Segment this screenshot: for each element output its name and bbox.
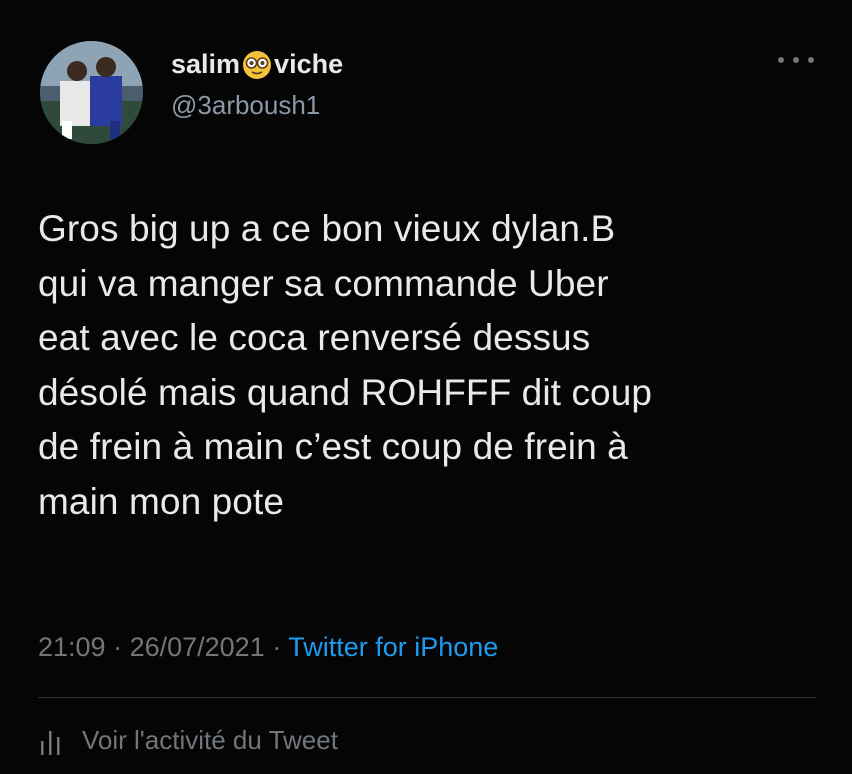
face-with-monocle-icon <box>242 50 272 80</box>
more-options-icon[interactable] <box>778 50 814 70</box>
activity-label: Voir l'activité du Tweet <box>82 725 338 755</box>
meta-separator: · <box>264 632 289 662</box>
more-dot <box>808 57 814 63</box>
divider <box>38 697 816 698</box>
analytics-bars-icon <box>38 727 64 755</box>
tweet-text: Gros big up a ce bon vieux dylan.B qui v… <box>38 208 653 522</box>
display-name[interactable]: salim viche <box>171 49 343 80</box>
tweet-time[interactable]: 21:09 <box>38 632 106 662</box>
more-dot <box>778 57 784 63</box>
user-handle[interactable]: @3arboush1 <box>171 90 320 121</box>
tweet-meta: 21:09 · 26/07/2021 · Twitter for iPhone <box>38 632 498 663</box>
view-tweet-activity-button[interactable]: Voir l'activité du Tweet <box>38 725 338 756</box>
tweet-card: salim viche @3arboush1 Gros big up a ce … <box>0 0 852 774</box>
display-name-part2: viche <box>274 49 344 79</box>
avatar[interactable] <box>40 41 143 144</box>
more-dot <box>793 57 799 63</box>
tweet-source-link[interactable]: Twitter for iPhone <box>288 632 498 662</box>
meta-separator: · <box>105 632 130 662</box>
display-name-part1: salim <box>171 49 241 79</box>
tweet-date[interactable]: 26/07/2021 <box>130 632 265 662</box>
